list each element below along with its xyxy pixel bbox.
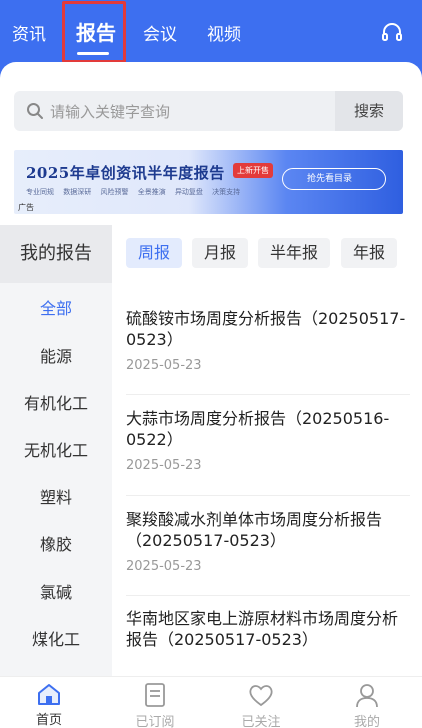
banner-sub: 专业同规 [26,188,54,196]
heart-icon [249,685,273,707]
tabbar-label: 已订阅 [135,715,175,728]
report-date: 2025-05-23 [126,559,202,574]
banner-sub: 异动复盘 [174,188,203,196]
report-item[interactable]: 聚羧酸减水剂单体市场周度分析报告（20250517-0523） 2025-05-… [126,509,410,574]
period-yearly[interactable]: 年报 [341,238,398,268]
divider [126,495,410,496]
divider [126,595,410,596]
home-icon [38,684,60,705]
highlight-box [62,1,126,63]
tabbar-following[interactable]: 已关注 [231,677,291,728]
banner-tag: 上新开售 [233,163,273,178]
sidebar-item-inorganic-chem[interactable]: 无机化工 [0,437,112,461]
sidebar-item-all[interactable]: 全部 [0,295,112,319]
sidebar-item-rubber[interactable]: 橡胶 [0,531,112,555]
report-item[interactable]: 华南地区家电上游原材料市场周度分析报告（20250517-0523） [126,608,410,650]
report-title: 华南地区家电上游原材料市场周度分析报告（20250517-0523） [126,609,399,649]
tab-news[interactable]: 资讯 [12,20,46,45]
search-button[interactable]: 搜索 [335,91,403,131]
period-half-year[interactable]: 半年报 [258,238,331,268]
sidebar-item-coal-chem[interactable]: 煤化工 [0,626,112,650]
tabbar-label: 已关注 [241,715,281,728]
banner-sub: 全景推演 [137,188,166,196]
banner-sub: 决策支持 [212,188,241,196]
search-bar: 请输入关键字查询 搜索 [14,91,403,131]
period-monthly[interactable]: 月报 [192,238,249,268]
report-date: 2025-05-23 [126,358,202,373]
search-input[interactable]: 请输入关键字查询 [50,101,170,122]
headset-icon[interactable] [380,20,404,44]
report-date: 2025-05-23 [126,458,202,473]
promo-banner[interactable]: 2025年卓创资讯半年度报告 上新开售 专业同规 数据深研 风险预警 全景推演 … [14,150,403,214]
tabbar-home[interactable]: 首页 [19,677,79,728]
sidebar-item-plastics[interactable]: 塑料 [0,484,112,508]
content-sheet: 请输入关键字查询 搜索 2025年卓创资讯半年度报告 上新开售 专业同规 数据深… [0,62,422,676]
category-sidebar: 我的报告 全部 能源 有机化工 无机化工 塑料 橡胶 氯碱 煤化工 [0,225,112,676]
banner-subtitles: 专业同规 数据深研 风险预警 全景推演 异动复盘 决策支持 [26,187,247,197]
tabbar-label: 我的 [353,715,380,728]
banner-sub: 风险预警 [100,188,129,196]
banner-title: 2025年卓创资讯半年度报告 [26,164,225,182]
tabbar-label: 首页 [35,713,62,728]
search-icon [26,102,44,120]
banner-sub: 数据深研 [63,188,92,196]
report-item[interactable]: 硫酸铵市场周度分析报告（20250517-0523） 2025-05-23 [126,308,410,373]
tab-videos[interactable]: 视频 [207,20,241,45]
divider [126,394,410,395]
banner-cta-button[interactable]: 抢先看目录 [282,168,386,190]
report-title: 硫酸铵市场周度分析报告（20250517-0523） [126,309,406,349]
sidebar-header: 我的报告 [0,225,112,283]
report-title: 大蒜市场周度分析报告（20250516-0522） [126,409,390,449]
tabbar-subscribed[interactable]: 已订阅 [125,677,185,728]
sidebar-item-energy[interactable]: 能源 [0,343,112,367]
ad-label: 广告 [18,203,34,212]
user-icon [356,684,378,708]
sidebar-item-chlor-alkali[interactable]: 氯碱 [0,579,112,603]
period-weekly[interactable]: 周报 [126,238,183,268]
top-nav: 资讯 报告 会议 视频 [0,0,422,63]
subscribed-icon [145,683,165,707]
tab-meetings[interactable]: 会议 [143,20,177,45]
report-item[interactable]: 大蒜市场周度分析报告（20250516-0522） 2025-05-23 [126,408,410,473]
bottom-tab-bar: 首页 已订阅 已关注 我的 [0,676,422,728]
sidebar-item-organic-chem[interactable]: 有机化工 [0,390,112,414]
tabbar-mine[interactable]: 我的 [337,677,397,728]
report-title: 聚羧酸减水剂单体市场周度分析报告（20250517-0523） [126,510,383,550]
